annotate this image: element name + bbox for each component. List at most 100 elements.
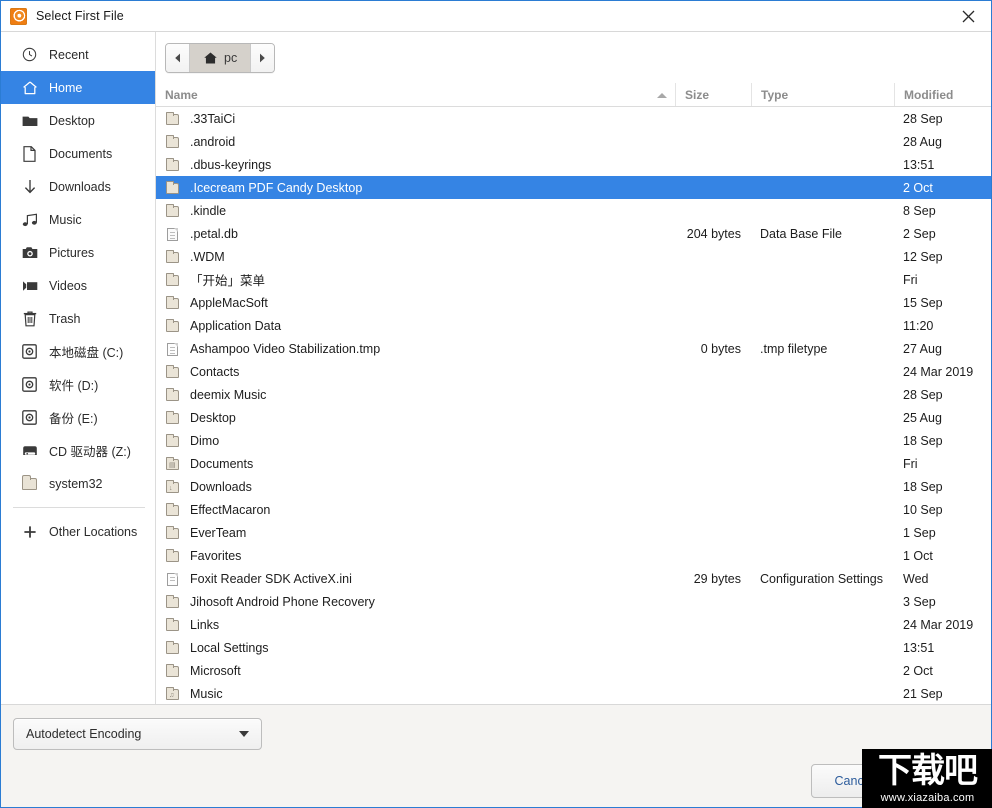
sidebar-item-label: system32 [49, 476, 103, 491]
close-icon[interactable] [945, 1, 991, 31]
sidebar-item-drive-c[interactable]: 本地磁盘 (C:) [1, 335, 155, 368]
table-row[interactable]: Foxit Reader SDK ActiveX.ini 29 bytes Conf… [156, 567, 991, 590]
documents-folder-icon: ▤ [165, 456, 181, 472]
file-modified-cell: 25 Aug [903, 410, 942, 425]
table-row[interactable]: .dbus-keyrings 13:51 [156, 153, 991, 176]
file-name-cell: EverTeam [156, 525, 675, 541]
table-row[interactable]: Application Data 11:20 [156, 314, 991, 337]
sidebar-item-drive-e[interactable]: 备份 (E:) [1, 401, 155, 434]
sidebar-item-documents[interactable]: Documents [1, 137, 155, 170]
table-row[interactable]: .petal.db 204 bytes Data Base File 2 Sep [156, 222, 991, 245]
music-folder-icon: ♫ [165, 686, 181, 702]
table-row[interactable]: .33TaiCi 28 Sep [156, 107, 991, 130]
file-modified-cell: 27 Aug [903, 341, 942, 356]
file-name-cell: ▤ Documents [156, 456, 675, 472]
file-name-label: Music [190, 686, 223, 701]
title-bar: Select First File [1, 1, 991, 32]
sidebar-item-label: 软件 (D:) [49, 379, 99, 393]
file-modified-cell: 15 Sep [903, 295, 943, 310]
file-name-label: .WDM [190, 249, 225, 264]
sidebar-item-recent[interactable]: Recent [1, 38, 155, 71]
column-header-size[interactable]: Size [675, 83, 751, 106]
file-name-cell: .petal.db [156, 226, 675, 242]
sidebar-item-pictures[interactable]: Pictures [1, 236, 155, 269]
sidebar-item-trash[interactable]: Trash [1, 302, 155, 335]
file-size-cell: 0 bytes [700, 341, 741, 356]
column-header-name[interactable]: Name [156, 83, 675, 106]
file-name-cell: Favorites [156, 548, 675, 564]
cancel-button-label: Cancel [834, 774, 874, 788]
sidebar-item-label: 备份 (E:) [49, 412, 98, 426]
sidebar-item-music[interactable]: Music [1, 203, 155, 236]
open-button[interactable]: Open [905, 764, 991, 798]
sidebar-item-label: Pictures [49, 245, 95, 260]
table-row[interactable]: .Icecream PDF Candy Desktop 2 Oct [156, 176, 991, 199]
sidebar-item-videos[interactable]: Videos [1, 269, 155, 302]
sidebar-item-desktop[interactable]: Desktop [1, 104, 155, 137]
home-icon [203, 51, 218, 65]
encoding-dropdown[interactable]: Autodetect Encoding [13, 718, 262, 750]
table-row[interactable]: ↓ Downloads 18 Sep [156, 475, 991, 498]
chevron-left-icon[interactable] [166, 43, 190, 72]
table-row[interactable]: .kindle 8 Sep [156, 199, 991, 222]
file-name-label: EverTeam [190, 525, 247, 540]
table-row[interactable]: Ashampoo Video Stabilization.tmp 0 bytes.… [156, 337, 991, 360]
column-header-type[interactable]: Type [751, 83, 894, 106]
folder-icon [165, 249, 181, 265]
sidebar-item-other-locations[interactable]: Other Locations [1, 515, 155, 548]
table-row[interactable]: EverTeam 1 Sep [156, 521, 991, 544]
ini-file-icon [165, 571, 181, 587]
file-browser-pane: pc Name Size Type Modified .33TaiCi 28 S… [156, 32, 991, 704]
table-row[interactable]: Local Settings 13:51 [156, 636, 991, 659]
file-modified-cell: 13:51 [903, 640, 935, 655]
file-name-label: Downloads [190, 479, 252, 494]
table-row[interactable]: Desktop 25 Aug [156, 406, 991, 429]
file-modified-cell: 21 Sep [903, 686, 943, 701]
folder-icon [165, 272, 181, 288]
sidebar-item-home[interactable]: Home [1, 71, 155, 104]
table-row[interactable]: ♫ Music 21 Sep [156, 682, 991, 704]
column-header-modified[interactable]: Modified [894, 83, 991, 106]
home-icon [21, 79, 38, 96]
file-name-label: .kindle [190, 203, 227, 218]
table-row[interactable]: AppleMacSoft 15 Sep [156, 291, 991, 314]
sidebar-item-drive-d[interactable]: 软件 (D:) [1, 368, 155, 401]
folder-icon [165, 617, 181, 633]
table-row[interactable]: Links 24 Mar 2019 [156, 613, 991, 636]
file-list[interactable]: .33TaiCi 28 Sep .android 28 Aug .dbus-keyrin… [156, 107, 991, 704]
folder-icon [165, 525, 181, 541]
file-modified-cell: 2 Oct [903, 663, 933, 678]
table-row[interactable]: .WDM 12 Sep [156, 245, 991, 268]
cancel-button[interactable]: Cancel [811, 764, 897, 798]
table-row[interactable]: Dimo 18 Sep [156, 429, 991, 452]
table-row[interactable]: Microsoft 2 Oct [156, 659, 991, 682]
file-name-label: .petal.db [190, 226, 238, 241]
folder-icon [165, 111, 181, 127]
table-row[interactable]: Favorites 1 Oct [156, 544, 991, 567]
table-row[interactable]: ▤ Documents Fri [156, 452, 991, 475]
file-name-cell: Microsoft [156, 663, 675, 679]
file-type-cell: Configuration Settings [760, 571, 883, 586]
table-row[interactable]: EffectMacaron 10 Sep [156, 498, 991, 521]
table-row[interactable]: 「开始」菜单 Fri [156, 268, 991, 291]
path-bar-row: pc [156, 32, 991, 83]
table-row[interactable]: .android 28 Aug [156, 130, 991, 153]
sidebar-item-system32[interactable]: system32 [1, 467, 155, 500]
chevron-right-icon[interactable] [250, 43, 275, 72]
table-row[interactable]: Contacts 24 Mar 2019 [156, 360, 991, 383]
file-name-cell: .WDM [156, 249, 675, 265]
folder-icon [165, 318, 181, 334]
sidebar-item-cd-drive[interactable]: CD 驱动器 (Z:) [1, 434, 155, 467]
breadcrumb-pc[interactable]: pc [190, 43, 251, 72]
file-icon [165, 341, 181, 357]
table-row[interactable]: deemix Music 28 Sep [156, 383, 991, 406]
file-name-cell: Desktop [156, 410, 675, 426]
file-name-label: Microsoft [190, 663, 241, 678]
table-row[interactable]: Jihosoft Android Phone Recovery 3 Sep [156, 590, 991, 613]
file-name-label: AppleMacSoft [190, 295, 268, 310]
spiral-icon [10, 7, 27, 25]
folder-icon [165, 594, 181, 610]
file-name-label: Desktop [190, 410, 236, 425]
db-file-icon [165, 226, 181, 242]
sidebar-item-downloads[interactable]: Downloads [1, 170, 155, 203]
